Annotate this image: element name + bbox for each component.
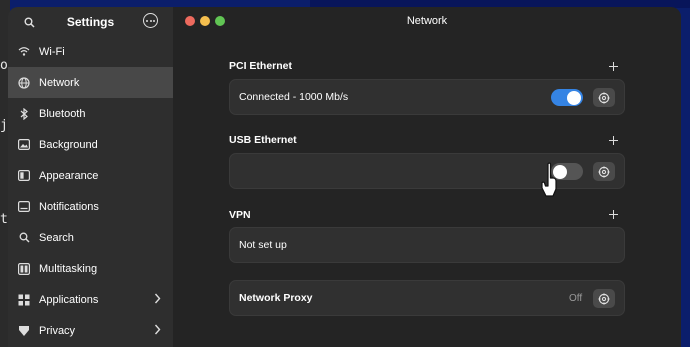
section-title-pci-ethernet: PCI Ethernet (229, 60, 293, 72)
section-title-usb-ethernet: USB Ethernet (229, 134, 297, 146)
pci-ethernet-status: Connected - 1000 Mb/s (239, 91, 349, 103)
sidebar-item-background[interactable]: Background (8, 129, 173, 160)
sidebar-item-label: Search (39, 231, 74, 244)
usb-ethernet-row (229, 153, 625, 189)
sidebar-item-label: Bluetooth (39, 107, 86, 120)
pci-ethernet-toggle[interactable] (551, 89, 583, 106)
sidebar-header: Settings (8, 7, 173, 37)
privacy-icon (18, 325, 30, 337)
sidebar-item-network[interactable]: Network (8, 67, 173, 98)
vpn-status: Not set up (239, 239, 287, 251)
sidebar-item-multitasking[interactable]: Multitasking (8, 253, 173, 284)
sidebar-item-label: Background (39, 138, 98, 151)
wifi-icon (18, 46, 30, 58)
chevron-right-icon (154, 293, 161, 307)
multitasking-icon (18, 262, 30, 275)
sidebar-item-label: Notifications (39, 200, 99, 213)
terminal-char: j (0, 118, 8, 133)
add-vpn-button[interactable] (609, 210, 619, 220)
sidebar-item-notifications[interactable]: Notifications (8, 191, 173, 222)
chevron-right-icon (154, 324, 161, 338)
sidebar-item-label: Wi-Fi (39, 45, 65, 58)
usb-ethernet-settings-button[interactable] (593, 162, 615, 181)
gear-icon (598, 293, 610, 304)
network-proxy-row[interactable]: Network Proxy Off (229, 280, 625, 316)
network-proxy-label: Network Proxy (239, 292, 313, 304)
sidebar-item-label: Network (39, 76, 80, 89)
appearance-icon (18, 170, 30, 182)
sidebar-item-label: Applications (39, 293, 99, 306)
sidebar-item-label: Privacy (39, 324, 76, 337)
terminal-char: o (0, 58, 8, 73)
sidebar-item-wifi[interactable]: Wi-Fi (8, 36, 173, 67)
window-title: Network (406, 15, 448, 27)
sidebar-item-bluetooth[interactable]: Bluetooth (8, 98, 173, 129)
sidebar-item-appearance[interactable]: Appearance (8, 160, 173, 191)
applications-icon (18, 294, 30, 306)
pci-ethernet-settings-button[interactable] (593, 88, 615, 107)
hand-cursor-icon (540, 162, 560, 207)
background-icon (18, 139, 30, 151)
sidebar-item-applications[interactable]: Applications (8, 284, 173, 315)
network-proxy-status: Off (569, 293, 583, 304)
pci-ethernet-row: Connected - 1000 Mb/s (229, 79, 625, 115)
add-pci-connection-button[interactable] (609, 62, 619, 72)
search-icon (18, 232, 30, 244)
main-menu-icon[interactable] (143, 13, 158, 28)
toggle-knob (567, 90, 581, 105)
notifications-icon (18, 201, 30, 213)
sidebar-item-label: Multitasking (39, 262, 98, 275)
network-icon (18, 76, 30, 89)
section-title-vpn: VPN (229, 209, 251, 221)
add-usb-connection-button[interactable] (609, 136, 619, 146)
sidebar-item-privacy[interactable]: Privacy (8, 315, 173, 346)
settings-sidebar: Settings Wi-Fi Network Bluetooth Backgro… (8, 7, 173, 347)
sidebar-item-label: Appearance (39, 169, 99, 182)
network-panel: Network PCI Ethernet Connected - 1000 Mb… (173, 7, 681, 347)
gear-icon (598, 166, 610, 177)
window-titlebar: Network (173, 7, 681, 35)
gear-icon (598, 92, 610, 103)
terminal-char: t (0, 212, 8, 227)
sidebar-item-search[interactable]: Search (8, 222, 173, 253)
vpn-row: Not set up (229, 227, 625, 263)
bluetooth-icon (18, 107, 30, 120)
network-proxy-settings-button[interactable] (593, 289, 615, 308)
